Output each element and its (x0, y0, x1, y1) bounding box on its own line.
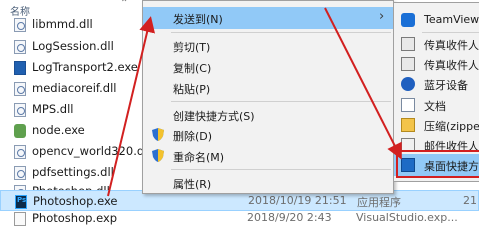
file-name: Photoshop.exe (33, 194, 118, 208)
file-name: opencv_world320.dll (32, 144, 151, 158)
file-row[interactable]: Photoshop.exp 2018/9/20 2:43 VisualStudi… (0, 208, 479, 229)
dll-icon (14, 40, 26, 54)
context-menu: 发送到(N) › 剪切(T) 复制(C) 粘贴(P) 创建快捷方式(S) 删除(… (142, 0, 394, 194)
sort-chevron-icon: ⌃ (120, 0, 129, 9)
submenu-item-label: 文档 (424, 100, 446, 113)
menu-item-delete[interactable]: 删除(D) (143, 124, 393, 146)
menu-item-label: 创建快捷方式(S) (173, 110, 255, 123)
menu-item-label: 复制(C) (173, 62, 212, 75)
menu-separator (171, 32, 391, 33)
send-to-teamviewer[interactable]: TeamViewer (394, 9, 479, 31)
uac-shield-icon (152, 128, 164, 141)
dll-icon (14, 103, 26, 117)
menu-item-label: 粘贴(P) (173, 83, 211, 96)
dll-icon (14, 82, 26, 96)
uac-shield-icon (152, 149, 164, 162)
menu-item-paste[interactable]: 粘贴(P) (143, 77, 393, 99)
zip-folder-icon (401, 118, 415, 132)
chevron-right-icon: › (379, 9, 385, 24)
fax-icon (401, 37, 415, 51)
teamviewer-icon (401, 13, 415, 27)
menu-item-send-to[interactable]: 发送到(N) › (143, 7, 393, 29)
photoshop-icon (15, 195, 27, 209)
node-icon (14, 124, 26, 138)
fax-icon (401, 57, 415, 71)
submenu-item-label: 传真收件人 (424, 39, 479, 52)
menu-item-cut[interactable]: 剪切(T) (143, 35, 393, 57)
submenu-item-label: 压缩(zipped) (424, 120, 479, 133)
exe-icon (14, 61, 26, 75)
dll-icon (14, 145, 26, 159)
exp-file-icon (14, 212, 26, 226)
annotation-highlight-box (396, 150, 479, 178)
file-name: LogTransport2.exe (32, 60, 138, 74)
menu-item-create-shortcut[interactable]: 创建快捷方式(S) (143, 104, 393, 126)
documents-icon (401, 98, 415, 112)
file-name: node.exe (32, 123, 85, 137)
menu-item-copy[interactable]: 复制(C) (143, 56, 393, 78)
menu-item-label: 属性(R) (173, 178, 212, 191)
submenu-item-label: 蓝牙设备 (424, 79, 468, 92)
menu-item-rename[interactable]: 重命名(M) (143, 145, 393, 167)
file-name: mediacoreif.dll (32, 81, 117, 95)
menu-separator (171, 169, 391, 170)
file-name: LogSession.dll (32, 39, 114, 53)
bluetooth-icon (401, 77, 415, 91)
dll-icon (14, 166, 26, 180)
send-to-zip[interactable]: 压缩(zipped) (394, 114, 479, 136)
dll-icon (14, 18, 26, 32)
menu-item-label: 删除(D) (173, 130, 213, 143)
submenu-item-label: 传真收件人 (424, 59, 479, 72)
file-date: 2018/9/20 2:43 (247, 211, 332, 224)
send-to-bluetooth[interactable]: 蓝牙设备 (394, 73, 479, 95)
menu-item-label: 剪切(T) (173, 41, 211, 54)
file-name: Photoshop.exp (32, 211, 118, 225)
menu-separator (171, 101, 391, 102)
file-size: 21 (463, 194, 477, 207)
send-to-fax-recipient[interactable]: 传真收件人 (394, 33, 479, 55)
submenu-item-label: TeamViewer (424, 13, 479, 26)
file-name: MPS.dll (32, 102, 74, 116)
file-date: 2018/10/19 21:51 (248, 194, 347, 207)
file-name: pdfsettings.dll (32, 165, 114, 179)
file-name: libmmd.dll (32, 17, 93, 31)
menu-item-label: 重命名(M) (173, 151, 225, 164)
menu-item-label: 发送到(N) (173, 13, 223, 26)
file-type: VisualStudio.exp... (356, 211, 458, 224)
send-to-fax-recipient[interactable]: 传真收件人 (394, 53, 479, 75)
menu-item-properties[interactable]: 属性(R) (143, 172, 393, 194)
send-to-documents[interactable]: 文档 (394, 94, 479, 116)
